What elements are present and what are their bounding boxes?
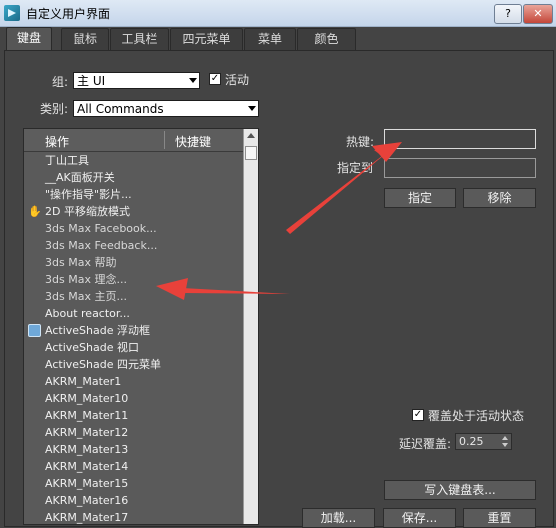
group-value: 主 UI <box>77 74 106 88</box>
chevron-down-icon <box>248 106 256 111</box>
remove-button[interactable]: 移除 <box>463 188 536 208</box>
hotkey-input[interactable] <box>384 129 536 149</box>
scroll-thumb[interactable] <box>245 146 257 160</box>
activeshade-icon <box>28 324 41 337</box>
write-keyboard-button[interactable]: 写入键盘表... <box>384 480 536 500</box>
active-label: 活动 <box>225 73 250 87</box>
list-item[interactable]: "操作指导"影片... <box>24 186 243 203</box>
list-item[interactable]: ✋ 2D 平移缩放模式 <box>24 203 243 220</box>
help-button[interactable]: ? <box>494 4 522 24</box>
override-checkbox[interactable]: ✓ <box>412 409 424 421</box>
tab-quad-menus[interactable]: 四元菜单 <box>170 28 243 50</box>
assigned-to-field <box>384 158 536 178</box>
category-value: All Commands <box>77 102 164 116</box>
spinner-arrows-icon[interactable] <box>502 435 510 448</box>
list-scrollbar[interactable] <box>243 129 258 524</box>
list-item[interactable]: AKRM_Mater14 <box>24 458 243 475</box>
active-checkbox[interactable]: ✓ <box>209 73 221 85</box>
list-item[interactable]: ActiveShade 视口 <box>24 339 243 356</box>
group-label: 组: <box>52 75 69 89</box>
list-item[interactable]: AKRM_Mater11 <box>24 407 243 424</box>
list-rows: 丁山工具 __AK面板开关 "操作指导"影片... ✋ 2D 平移缩放模式 3ds… <box>24 152 243 524</box>
list-item[interactable]: About reactor... <box>24 305 243 322</box>
override-label: 覆盖处于活动状态 <box>428 409 525 423</box>
list-item[interactable]: AKRM_Mater16 <box>24 492 243 509</box>
tab-keyboard[interactable]: 键盘 <box>6 27 52 51</box>
list-item[interactable]: 丁山工具 <box>24 152 243 169</box>
tab-toolbars[interactable]: 工具栏 <box>110 28 169 50</box>
list-item[interactable]: ActiveShade 四元菜单 <box>24 356 243 373</box>
list-item[interactable]: AKRM_Mater15 <box>24 475 243 492</box>
reset-button[interactable]: 重置 <box>463 508 536 528</box>
list-item[interactable]: 3ds Max 理念... <box>24 271 243 288</box>
save-button[interactable]: 保存... <box>383 508 456 528</box>
category-select[interactable]: All Commands <box>73 100 259 117</box>
list-item[interactable]: __AK面板开关 <box>24 169 243 186</box>
list-header: 操作 快捷键 <box>24 129 243 152</box>
list-item[interactable]: 3ds Max Feedback... <box>24 237 243 254</box>
chevron-down-icon <box>189 78 197 83</box>
hotkey-label: 热键: <box>346 135 375 149</box>
list-item[interactable]: AKRM_Mater10 <box>24 390 243 407</box>
list-item[interactable]: 3ds Max 主页... <box>24 288 243 305</box>
list-item[interactable]: AKRM_Mater13 <box>24 441 243 458</box>
action-list[interactable]: 操作 快捷键 丁山工具 __AK面板开关 "操作指导"影片... ✋ 2D 平移缩… <box>23 128 259 525</box>
category-label: 类别: <box>40 102 69 116</box>
list-item[interactable]: 3ds Max 帮助 <box>24 254 243 271</box>
list-item[interactable]: ActiveShade 浮动框 <box>24 322 243 339</box>
delay-spinner[interactable]: 0.25 <box>455 433 512 450</box>
column-shortcut[interactable]: 快捷键 <box>175 133 211 150</box>
group-select[interactable]: 主 UI <box>73 72 200 89</box>
list-item[interactable]: 3ds Max Facebook... <box>24 220 243 237</box>
scroll-up-icon[interactable] <box>247 133 255 138</box>
list-item[interactable]: AKRM_Mater12 <box>24 424 243 441</box>
list-item[interactable]: AKRM_Mater1 <box>24 373 243 390</box>
load-button[interactable]: 加载... <box>302 508 375 528</box>
window-title: 自定义用户界面 <box>26 7 111 21</box>
tab-menus[interactable]: 菜单 <box>244 28 296 50</box>
assign-button[interactable]: 指定 <box>384 188 456 208</box>
delay-value: 0.25 <box>459 435 484 448</box>
tab-mouse[interactable]: 鼠标 <box>61 28 109 50</box>
title-bar: 自定义用户界面 ? ✕ <box>0 0 556 27</box>
close-button[interactable]: ✕ <box>523 4 553 24</box>
assigned-to-label: 指定到 <box>337 161 374 175</box>
column-action[interactable]: 操作 <box>45 133 69 150</box>
hand-icon: ✋ <box>28 205 42 218</box>
app-icon <box>4 5 20 21</box>
tab-colors[interactable]: 颜色 <box>297 28 356 50</box>
list-item[interactable]: AKRM_Mater17 <box>24 509 243 524</box>
delay-label: 延迟覆盖: <box>399 437 452 451</box>
